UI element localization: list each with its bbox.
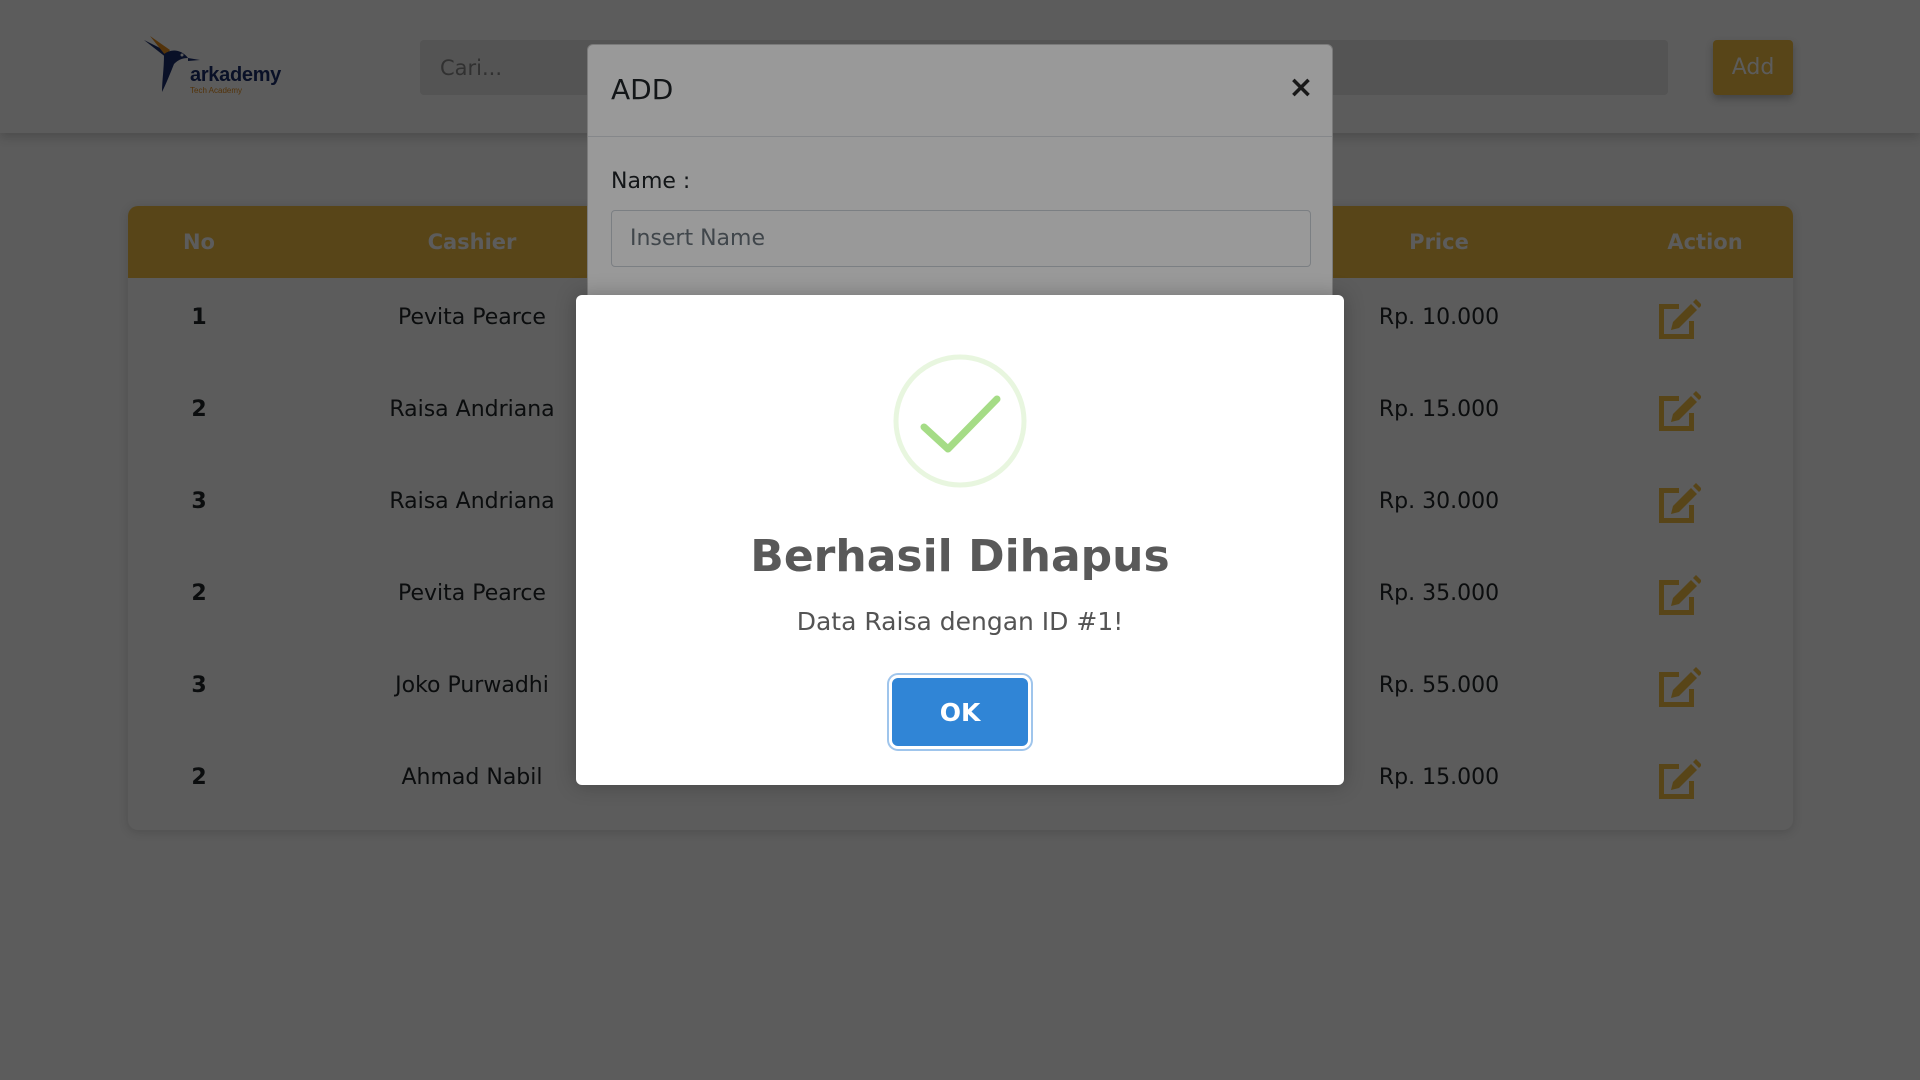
ok-button[interactable]: OK [892, 678, 1028, 746]
alert-message: Data Raisa dengan ID #1! [796, 607, 1124, 636]
success-alert: Berhasil Dihapus Data Raisa dengan ID #1… [576, 295, 1344, 785]
success-check-icon [893, 354, 1027, 488]
alert-title: Berhasil Dihapus [750, 531, 1170, 582]
